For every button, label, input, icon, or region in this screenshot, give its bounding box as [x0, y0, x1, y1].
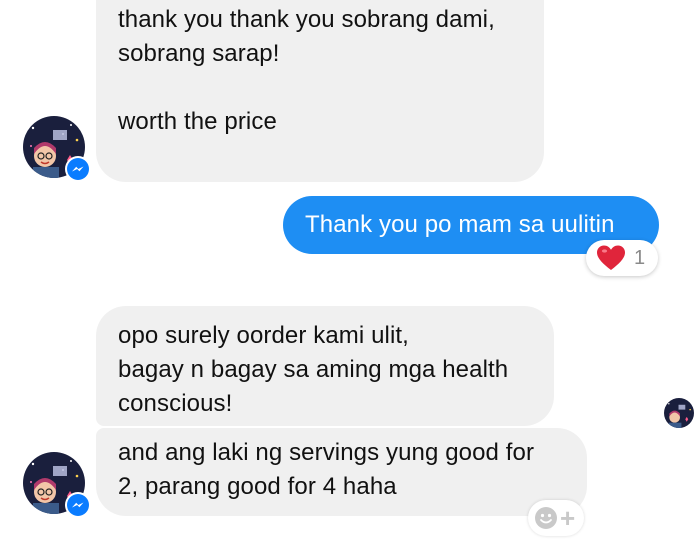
message-text-line: 2, parang good for 4 haha	[118, 473, 397, 500]
message-text-line: worth the price	[118, 108, 277, 135]
message-text-line: opo surely oorder kami ulit,	[118, 322, 409, 349]
avatar-image	[664, 398, 694, 428]
messenger-icon	[67, 494, 89, 516]
message-text-line: conscious!	[118, 390, 233, 417]
incoming-message-bubble[interactable]: opo surely oorder kami ulit, bagay n bag…	[96, 306, 554, 426]
read-receipt-avatar	[664, 398, 694, 428]
message-reaction[interactable]: 1	[586, 240, 658, 276]
contact-avatar[interactable]	[23, 452, 91, 518]
message-text-line: thank you thank you sobrang dami,	[118, 6, 495, 33]
message-text-line: sobrang sarap!	[118, 40, 280, 67]
messenger-badge	[65, 156, 91, 182]
heart-icon	[597, 245, 625, 270]
message-text-line: and ang laki ng servings yung good for	[118, 439, 535, 466]
incoming-message-bubble[interactable]: and ang laki ng servings yung good for 2…	[96, 428, 587, 516]
incoming-message-bubble[interactable]: thank you thank you sobrang dami, sobran…	[96, 0, 544, 182]
messenger-icon	[67, 158, 89, 180]
smiley-plus-icon	[535, 507, 557, 529]
plus-icon: +	[560, 503, 576, 533]
message-text-line: bagay n bagay sa aming mga health	[118, 356, 509, 383]
message-text-line: Thank you po mam sa uulitin	[305, 211, 615, 238]
messenger-badge	[65, 492, 91, 518]
add-reaction-button[interactable]: +	[528, 500, 584, 536]
contact-avatar[interactable]	[23, 116, 91, 182]
reaction-count: 1	[634, 246, 646, 269]
